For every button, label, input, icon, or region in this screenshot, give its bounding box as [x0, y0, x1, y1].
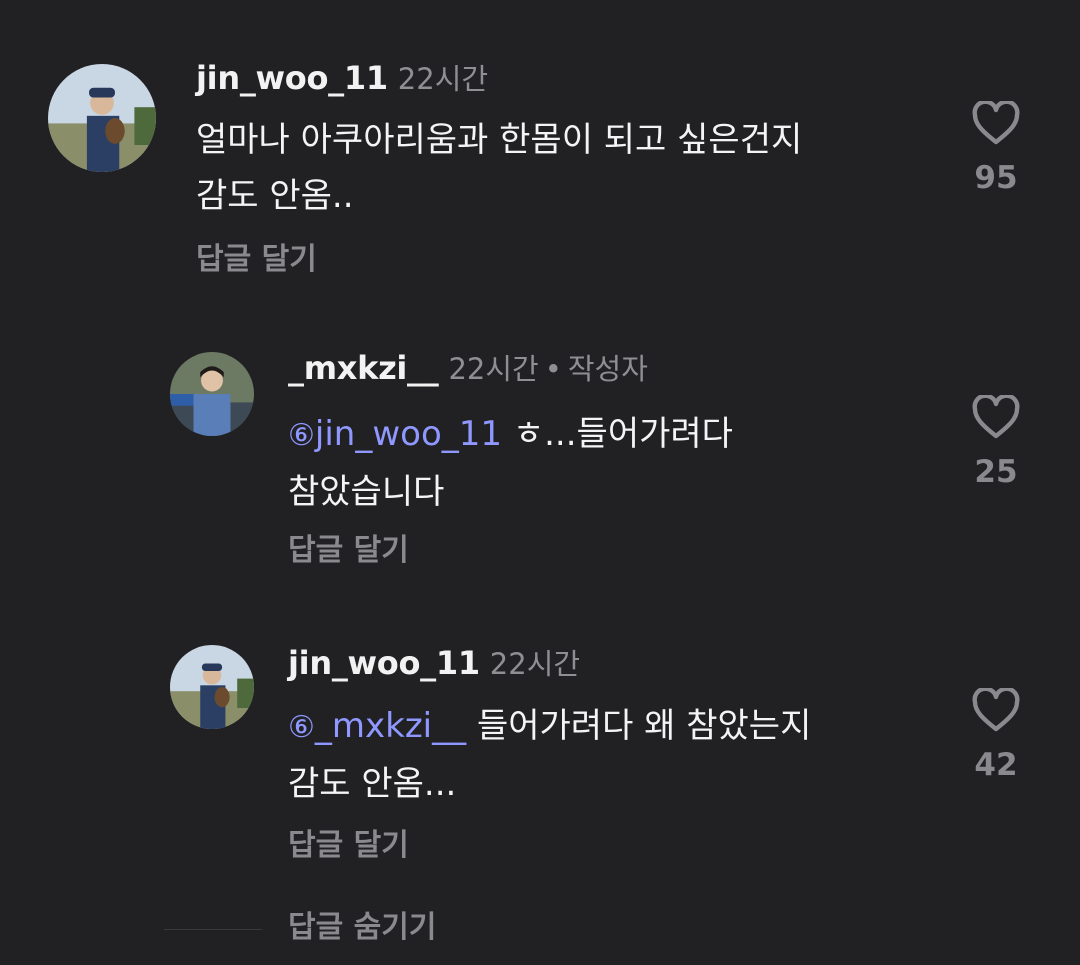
like-button[interactable]: 25	[966, 395, 1026, 488]
hide-replies-button[interactable]: 답글 숨기기	[288, 913, 436, 943]
author-badge: 작성자	[567, 352, 648, 386]
separator: •	[544, 352, 562, 386]
comment-text: 얼마나 아쿠아리움과 한몸이 되고 싶은건지 감도 안옴..	[196, 112, 802, 224]
timestamp: 22시간	[448, 352, 539, 386]
like-count: 25	[974, 454, 1018, 490]
avatar-image	[48, 64, 156, 172]
like-count: 42	[974, 747, 1018, 783]
timestamp: 22시간	[489, 647, 581, 681]
comment-text: ⑥jin_woo_11 ㅎ...들어가려다 참았습니다	[288, 406, 733, 520]
avatar-image	[170, 645, 254, 729]
mention-link[interactable]: jin_woo_11	[315, 414, 502, 454]
thread-divider	[164, 929, 262, 930]
heart-icon	[972, 101, 1020, 145]
threads-mention-icon: ⑥	[288, 418, 315, 453]
like-button[interactable]: 95	[966, 101, 1026, 194]
comment-line: ⑥_mxkzi__ 들어가려다 왜 참았는지	[288, 698, 811, 756]
comment-line: 감도 안옴..	[196, 176, 354, 216]
heart-icon	[972, 395, 1020, 439]
avatar[interactable]	[170, 352, 254, 436]
username[interactable]: _mxkzi__	[288, 349, 439, 387]
avatar-image	[170, 352, 254, 436]
avatar[interactable]	[170, 645, 254, 729]
comment-line: 감도 안옴...	[288, 764, 457, 804]
reply-button[interactable]: 답글 달기	[288, 831, 409, 861]
mention-link[interactable]: _mxkzi__	[315, 706, 466, 746]
like-count: 95	[974, 160, 1018, 196]
comment-line: 얼마나 아쿠아리움과 한몸이 되고 싶은건지	[196, 120, 803, 160]
comment-line-rest: 들어가려다 왜 참았는지	[466, 706, 812, 746]
username[interactable]: jin_woo_11	[288, 644, 480, 682]
username[interactable]: jin_woo_11	[196, 59, 388, 97]
comment-line: 참았습니다	[288, 472, 445, 512]
like-button[interactable]: 42	[966, 688, 1026, 781]
comment-line-rest: ㅎ...들어가려다	[502, 414, 733, 454]
avatar[interactable]	[48, 64, 156, 172]
comment-line: ⑥jin_woo_11 ㅎ...들어가려다	[288, 406, 733, 464]
heart-icon	[972, 688, 1020, 732]
timestamp: 22시간	[397, 62, 489, 96]
reply-button[interactable]: 답글 달기	[288, 536, 409, 566]
threads-mention-icon: ⑥	[288, 710, 315, 745]
reply-button[interactable]: 답글 달기	[196, 245, 317, 275]
comment-text: ⑥_mxkzi__ 들어가려다 왜 참았는지 감도 안옴...	[288, 698, 811, 812]
